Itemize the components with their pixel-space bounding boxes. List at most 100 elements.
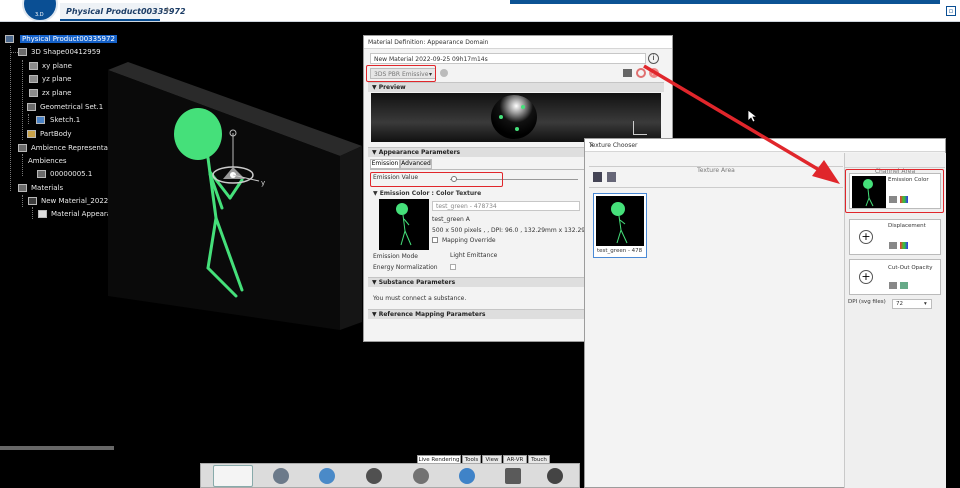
channel-area: Channel Area Emission Color + Displaceme…: [844, 153, 946, 488]
reference-header-label: Reference Mapping Parameters: [378, 311, 486, 318]
thumbnail-leg: [616, 229, 622, 244]
thumbnail-body: [618, 215, 622, 231]
add-texture-icon[interactable]: +: [859, 230, 873, 244]
dpi-label: DPI (svg files): [848, 299, 886, 305]
tree-item-00000005[interactable]: 00000005.1: [50, 170, 92, 178]
emission-mode-label: Emission Mode: [373, 253, 418, 260]
thumb-leg: [404, 230, 412, 246]
tree-item-zx-plane[interactable]: zx plane: [42, 89, 71, 97]
tab-emission[interactable]: Emission: [370, 159, 400, 169]
texture-file-field[interactable]: test_green - 478734: [432, 201, 580, 211]
environment-icon[interactable]: [459, 468, 475, 484]
shader-icon[interactable]: [440, 69, 448, 77]
restore-window-icon[interactable]: ▫: [946, 6, 956, 16]
top-bar: 3.D Physical Product00335972 + ▫: [0, 0, 960, 22]
cursor-shape: [748, 110, 757, 123]
texture-thumbnail-image: [596, 196, 644, 246]
stickman-leg: [206, 216, 218, 270]
thumbnail-stickman: [611, 202, 628, 244]
texture-chooser-icon[interactable]: [623, 69, 632, 77]
plane-icon: [29, 75, 38, 83]
mapping-override-checkbox[interactable]: [432, 237, 438, 243]
render-film-icon[interactable]: [213, 465, 253, 487]
emission-color-header[interactable]: ▼ Emission Color : Color Texture: [373, 190, 481, 197]
materials-icon: [18, 184, 27, 192]
action-toolbar: [200, 463, 580, 488]
compass-axis-label: y: [261, 179, 265, 187]
thumbnail-leg: [620, 229, 628, 244]
tree-item-yz-plane[interactable]: yz plane: [42, 75, 71, 83]
plane-icon: [29, 89, 38, 97]
channel-cut-out-opacity[interactable]: + Cut-Out Opacity: [849, 259, 941, 295]
stickman-leg: [206, 266, 238, 298]
mapping-override-label: Mapping Override: [442, 237, 496, 244]
substance-message: You must connect a substance.: [373, 295, 467, 302]
dialog-title: Material Definition: Appearance Domain: [368, 39, 489, 46]
appearance-header-label: Appearance Parameters: [378, 149, 461, 156]
preview-sphere: [491, 95, 537, 139]
cut-out-opacity-channel-label: Cut-Out Opacity: [888, 265, 933, 271]
tree-scrollbar[interactable]: [0, 446, 114, 450]
energy-normalization-label: Energy Normalization: [373, 264, 438, 271]
tree-item-ambiences[interactable]: Ambiences: [28, 157, 67, 165]
channel-preview-icon[interactable]: [889, 242, 897, 249]
color-picker-icon[interactable]: [900, 242, 908, 249]
material-appearance-icon: [38, 210, 47, 218]
add-tab-button[interactable]: +: [163, 5, 171, 16]
browse-texture-icon[interactable]: [607, 172, 616, 182]
camera-icon[interactable]: [505, 468, 521, 484]
thumb-leg: [400, 230, 406, 246]
add-texture-icon[interactable]: +: [859, 270, 873, 284]
tree-item-geometrical-set[interactable]: Geometrical Set.1: [40, 103, 103, 111]
box-side-face: [340, 146, 362, 330]
import-texture-icon[interactable]: [593, 172, 602, 182]
emission-color-label: Emission Color : Color Texture: [379, 190, 482, 197]
dpi-value: 72: [896, 301, 903, 307]
dpi-dropdown[interactable]: 72 ▾: [892, 299, 932, 309]
emission-channel-highlight: [845, 169, 944, 213]
tree-item-partbody[interactable]: PartBody: [40, 130, 72, 138]
emission-texture-thumb[interactable]: [379, 199, 429, 250]
material-name-field[interactable]: New Material 2022-09-25 09h17m14s: [370, 53, 646, 64]
texture-file-value: test_green - 478734: [436, 203, 497, 210]
preview-section-header[interactable]: ▼ Preview: [368, 82, 664, 92]
thumb-head: [396, 203, 408, 215]
film-reel-icon[interactable]: [547, 468, 563, 484]
light-icon[interactable]: [413, 468, 429, 484]
emission-mode-value[interactable]: Light Emittance: [450, 252, 497, 259]
energy-normalization-checkbox[interactable]: [450, 264, 456, 270]
opacity-icon[interactable]: [900, 282, 908, 289]
robot-compass[interactable]: y: [205, 125, 270, 190]
material-name-value: New Material 2022-09-25 09h17m14s: [374, 56, 488, 63]
tree-item-xy-plane[interactable]: xy plane: [42, 62, 72, 70]
thumbnail-head: [611, 202, 625, 216]
material-icon: [28, 197, 37, 205]
tab-advanced[interactable]: Advanced: [400, 159, 432, 169]
globe-icon[interactable]: [273, 468, 289, 484]
tree-line: [32, 207, 33, 219]
channel-preview-icon[interactable]: [889, 282, 897, 289]
ambience-item-icon: [37, 170, 46, 178]
scene-icon[interactable]: [319, 468, 335, 484]
app-window: 3.D Physical Product00335972 + ▫ Physica…: [0, 0, 960, 488]
app-logo-icon[interactable]: 3.D: [22, 0, 58, 22]
title-strip-gap: [340, 0, 510, 4]
thumb-body: [402, 214, 406, 232]
channel-displacement[interactable]: + Displacement: [849, 219, 941, 255]
tree-item-3d-shape[interactable]: 3D Shape00412959: [31, 48, 101, 56]
tree-item-materials[interactable]: Materials: [31, 184, 63, 192]
displacement-channel-label: Displacement: [888, 223, 926, 229]
texture-thumb-stickman: [396, 203, 412, 246]
mouse-cursor-icon: [748, 110, 757, 123]
materials-balls-icon[interactable]: [366, 468, 382, 484]
tree-line: [10, 46, 11, 191]
callout-arrow-line: [643, 64, 827, 176]
tab-physical-product[interactable]: Physical Product00335972: [60, 3, 186, 21]
emission-value-highlight: [370, 172, 503, 187]
texture-thumbnail[interactable]: test_green - 478: [593, 193, 647, 258]
tree-item-sketch[interactable]: Sketch.1: [50, 116, 80, 124]
material-preview: [371, 93, 661, 142]
channel-area-header: Channel Area: [845, 158, 945, 175]
tree-item-physical-product[interactable]: Physical Product00335972: [20, 35, 117, 43]
callout-arrow: [643, 64, 840, 184]
